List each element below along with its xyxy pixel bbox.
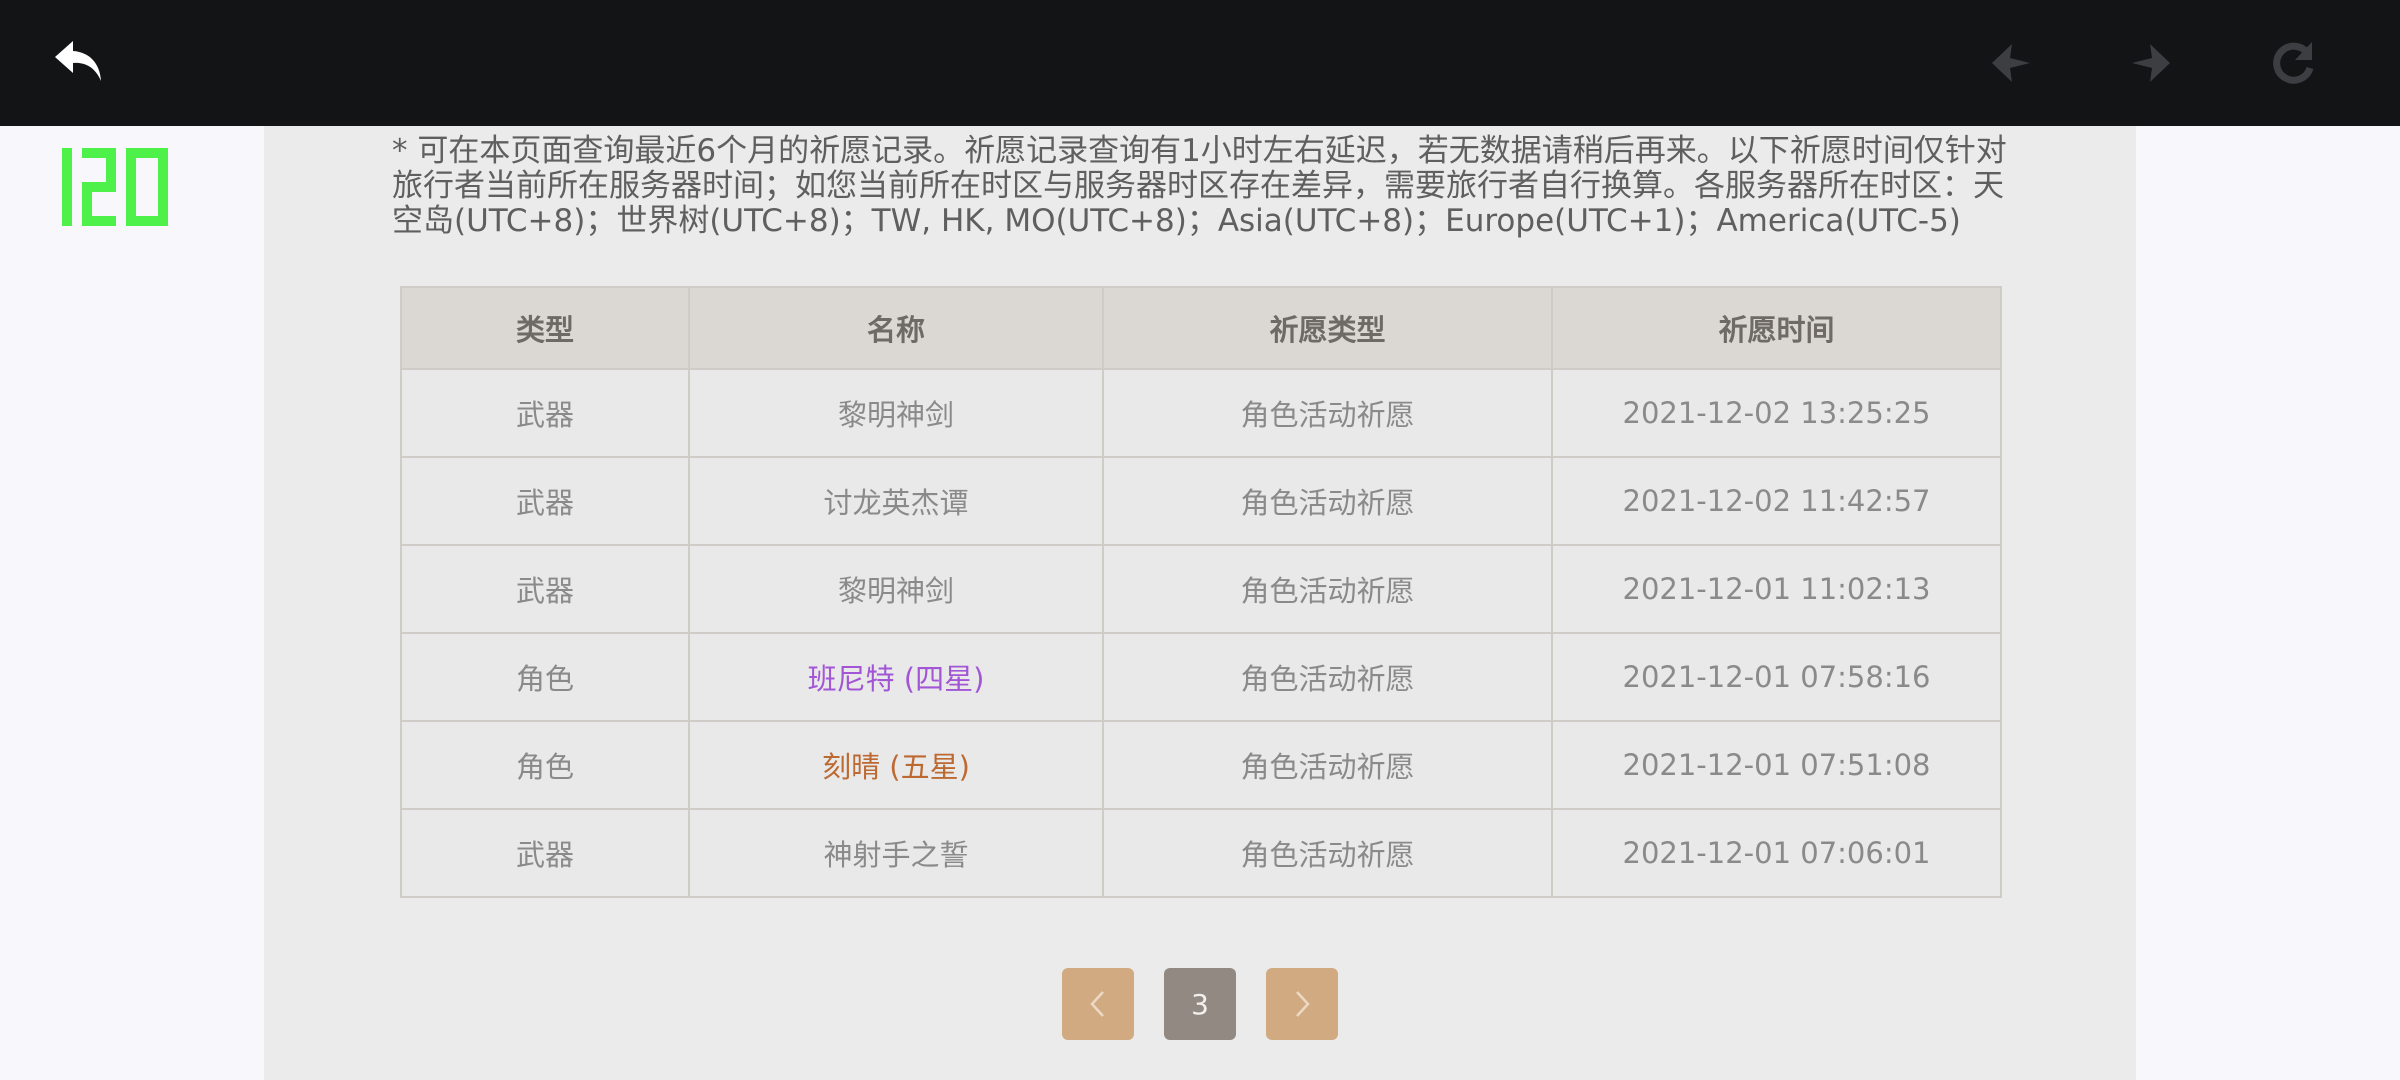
chevron-left-icon	[1090, 991, 1104, 1017]
table-row: 角色 刻晴 (五星) 角色活动祈愿 2021-12-01 07:51:08	[400, 720, 2002, 810]
cell-name: 神射手之誓	[688, 808, 1104, 898]
fps-counter	[56, 148, 168, 230]
cell-name: 黎明神剑	[688, 368, 1104, 458]
wish-history-table: 类型 名称 祈愿类型 祈愿时间 武器 黎明神剑 角色活动祈愿 2021-12-0…	[400, 286, 2002, 898]
cell-type: 武器	[400, 456, 690, 546]
table-row: 武器 黎明神剑 角色活动祈愿 2021-12-01 11:02:13	[400, 544, 2002, 634]
table-row: 武器 黎明神剑 角色活动祈愿 2021-12-02 13:25:25	[400, 368, 2002, 458]
cell-name-four-star: 班尼特 (四星)	[688, 632, 1104, 722]
table-row: 武器 神射手之誓 角色活动祈愿 2021-12-01 07:06:01	[400, 808, 2002, 898]
refresh-icon	[2273, 42, 2314, 84]
wish-history-panel: * 可在本页面查询最近6个月的祈愿记录。祈愿记录查询有1小时左右延迟，若无数据请…	[264, 126, 2136, 1080]
cell-name-five-star: 刻晴 (五星)	[688, 720, 1104, 810]
header-wish-type: 祈愿类型	[1102, 286, 1553, 370]
cell-time: 2021-12-01 07:58:16	[1551, 632, 2002, 722]
cell-type: 角色	[400, 632, 690, 722]
cell-time: 2021-12-02 13:25:25	[1551, 368, 2002, 458]
table-row: 武器 讨龙英杰谭 角色活动祈愿 2021-12-02 11:42:57	[400, 456, 2002, 546]
back-arrow-icon	[55, 41, 101, 81]
cell-wish-type: 角色活动祈愿	[1102, 544, 1553, 634]
cell-time: 2021-12-01 07:51:08	[1551, 720, 2002, 810]
cell-wish-type: 角色活动祈愿	[1102, 720, 1553, 810]
cell-time: 2021-12-01 11:02:13	[1551, 544, 2002, 634]
cell-type: 武器	[400, 368, 690, 458]
cell-type: 角色	[400, 720, 690, 810]
cell-wish-type: 角色活动祈愿	[1102, 368, 1553, 458]
header-type: 类型	[400, 286, 690, 370]
chevron-right-icon	[1296, 991, 1310, 1017]
cell-wish-type: 角色活动祈愿	[1102, 456, 1553, 546]
cell-wish-type: 角色活动祈愿	[1102, 632, 1553, 722]
back-button[interactable]	[46, 30, 112, 96]
prev-page-button[interactable]	[1062, 968, 1134, 1040]
header-name: 名称	[688, 286, 1104, 370]
cell-wish-type: 角色活动祈愿	[1102, 808, 1553, 898]
table-row: 角色 班尼特 (四星) 角色活动祈愿 2021-12-01 07:58:16	[400, 632, 2002, 722]
cell-type: 武器	[400, 544, 690, 634]
cell-time: 2021-12-02 11:42:57	[1551, 456, 2002, 546]
top-toolbar	[0, 0, 2400, 126]
current-page-indicator: 3	[1164, 968, 1236, 1040]
refresh-button[interactable]	[2260, 30, 2326, 96]
next-page-button[interactable]	[1266, 968, 1338, 1040]
notice-text: * 可在本页面查询最近6个月的祈愿记录。祈愿记录查询有1小时左右延迟，若无数据请…	[392, 133, 2007, 239]
fps-digits	[62, 148, 168, 226]
nav-next-button[interactable]	[2118, 30, 2184, 96]
table-header-row: 类型 名称 祈愿类型 祈愿时间	[400, 286, 2002, 370]
cell-time: 2021-12-01 07:06:01	[1551, 808, 2002, 898]
nav-next-icon	[2132, 44, 2170, 82]
cell-name: 黎明神剑	[688, 544, 1104, 634]
nav-prev-button[interactable]	[1978, 30, 2044, 96]
cell-type: 武器	[400, 808, 690, 898]
nav-prev-icon	[1992, 44, 2030, 82]
cell-name: 讨龙英杰谭	[688, 456, 1104, 546]
header-wish-time: 祈愿时间	[1551, 286, 2002, 370]
